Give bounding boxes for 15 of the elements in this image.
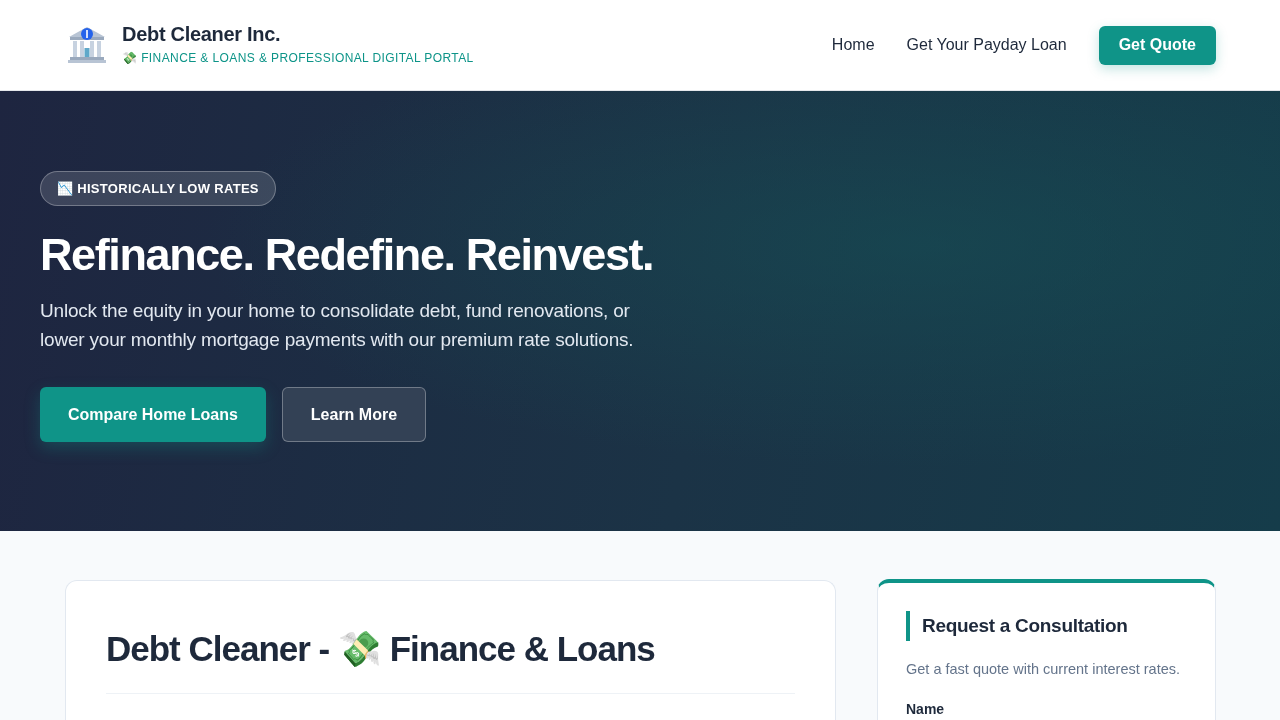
hero-text: Unlock the equity in your home to consolidate debt, fund renovations, or lower your monthly mortgage payments with our premium rate solutions. <box>40 299 635 352</box>
get-quote-button[interactable]: Get Quote <box>1098 25 1216 65</box>
field-label: Name <box>906 701 946 717</box>
article-title: Debt Cleaner - 💸 Finance & Loans <box>106 628 656 670</box>
primary-button[interactable]: Compare Home Loans <box>40 387 266 442</box>
rates-badge: 📉 HISTORICALLY LOW RATES <box>40 171 276 206</box>
nav-link[interactable]: Home <box>831 36 875 54</box>
nav-link[interactable]: Get Your Payday Loan <box>906 36 1067 54</box>
hero-title: Refinance. Redefine. Reinvest. <box>40 228 654 282</box>
consultation-title: Request a Consultation <box>922 614 1128 638</box>
brand-title: Debt Cleaner Inc. <box>122 23 282 46</box>
consultation-subtitle: Get a fast quote with current interest rates. <box>906 661 1182 677</box>
bank-building-icon <box>66 24 108 66</box>
brand-tagline: 💸 FINANCE & LOANS & PROFESSIONAL DIGITAL PORTAL <box>122 51 474 65</box>
secondary-button[interactable]: Learn More <box>281 387 427 442</box>
